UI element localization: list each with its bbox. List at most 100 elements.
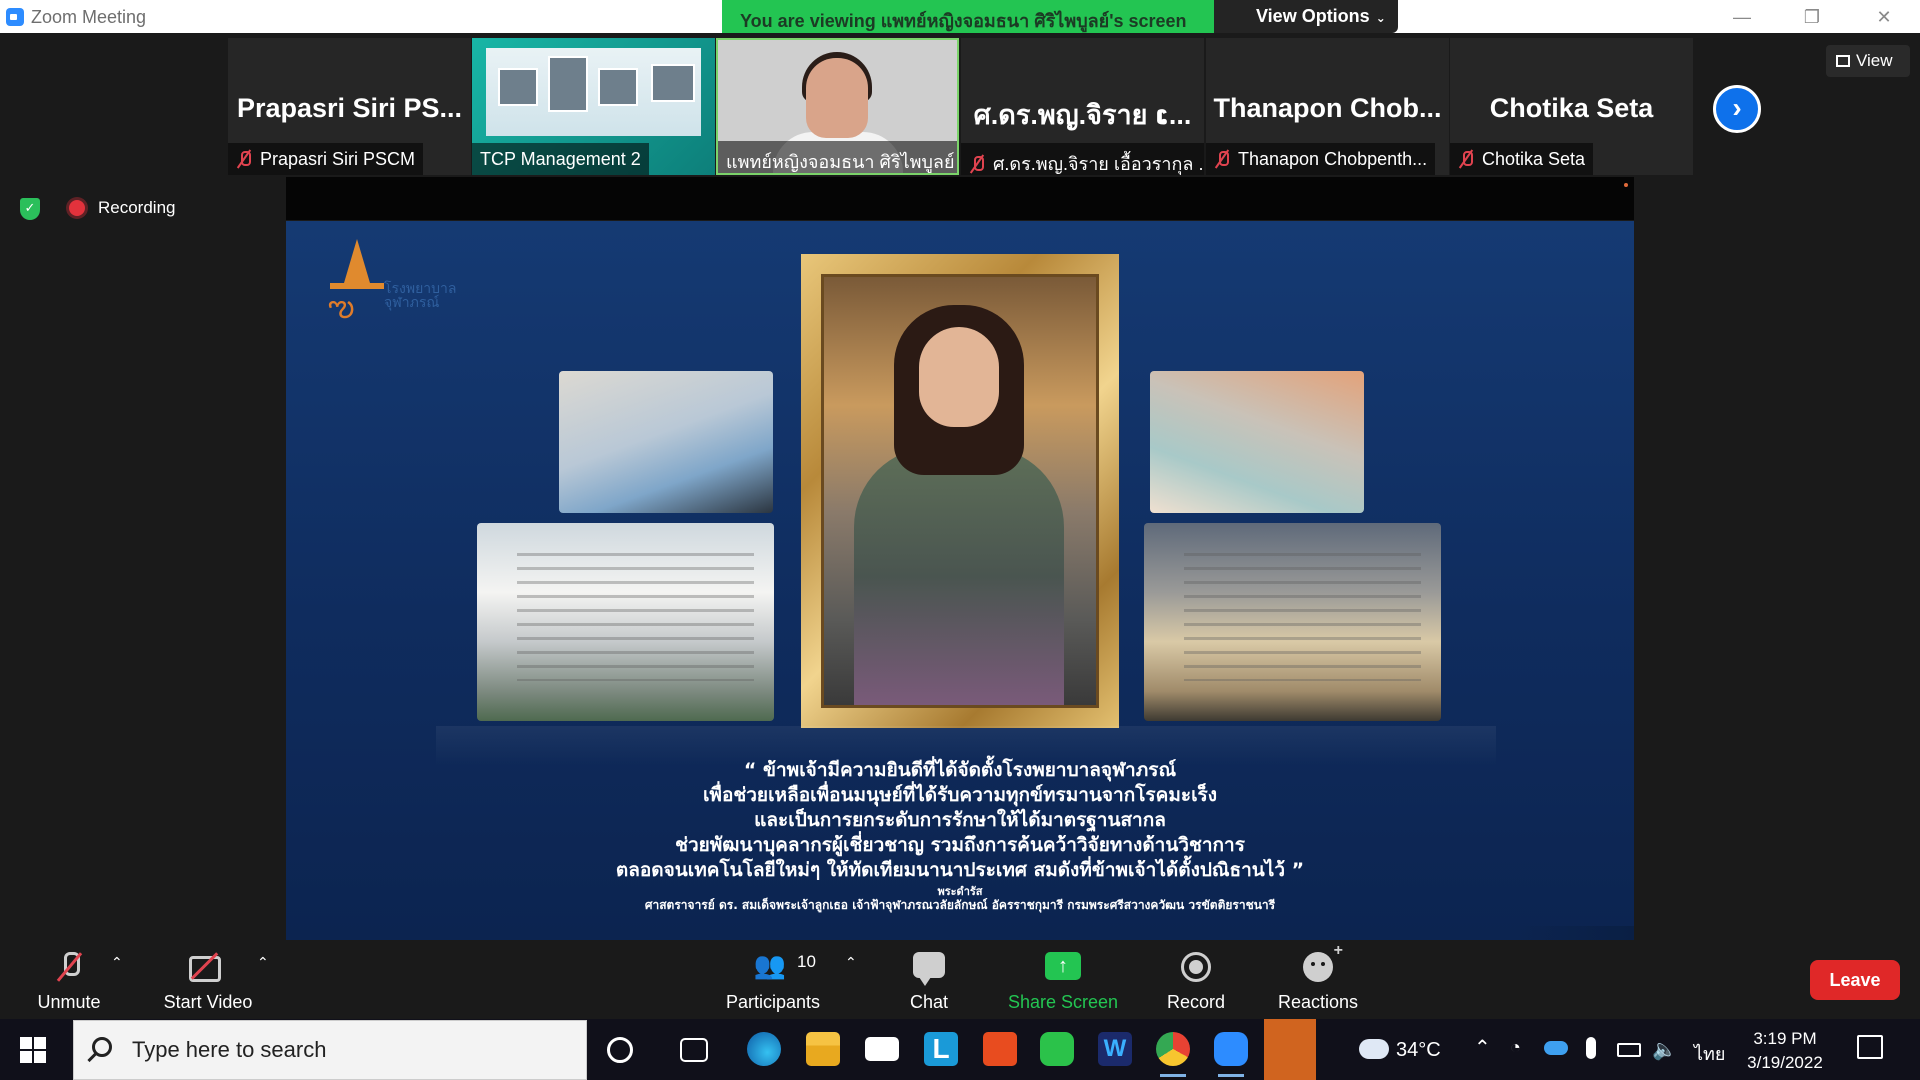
- viewing-screen-banner: You are viewing แพทย์หญิงจอมธนา ศิริไพบู…: [722, 0, 1214, 33]
- share-screen-button[interactable]: ↑ Share Screen: [1005, 940, 1121, 1019]
- participant-label-text: Prapasri Siri PSCM: [260, 149, 416, 169]
- shield-check-icon[interactable]: ✓: [20, 198, 40, 220]
- title-bar: Zoom Meeting You are viewing แพทย์หญิงจอ…: [0, 0, 1920, 33]
- language-indicator[interactable]: ไทย: [1694, 1039, 1725, 1068]
- active-speaker-tile[interactable]: แพทย์หญิงจอมธนา ศิริไพบูลย์: [716, 38, 959, 175]
- reactions-button[interactable]: Reactions: [1272, 940, 1364, 1019]
- participant-tile[interactable]: ศ.ดร.พญ.จิราย ເ... ศ.ดร.พญ.จิราย เอื้อวร…: [961, 38, 1204, 175]
- close-icon[interactable]: ✕: [1864, 3, 1904, 31]
- microphone-tray-icon[interactable]: [1586, 1037, 1596, 1059]
- tray-overflow-chevron-icon[interactable]: ⌃: [1474, 1035, 1491, 1060]
- windows-taskbar: L W 34°C ⌃ ◔ 🔈 ไทย 3:19 PM 3/19/2022: [0, 1019, 1920, 1080]
- file-explorer-icon[interactable]: [806, 1032, 840, 1066]
- portrait-frame: [801, 254, 1119, 728]
- leave-button[interactable]: Leave: [1810, 960, 1900, 1000]
- onedrive-icon[interactable]: [1544, 1041, 1568, 1055]
- participant-label: ศ.ดร.พญ.จิราย เอื้อวรากุล ...: [961, 143, 1204, 175]
- office-icon[interactable]: [983, 1032, 1017, 1066]
- pinned-app-icon[interactable]: [1264, 1019, 1316, 1080]
- taskbar-search-input[interactable]: [132, 1035, 562, 1065]
- video-gallery-strip: Prapasri Siri PS... Prapasri Siri PSCM T…: [0, 33, 1920, 177]
- zoom-app-icon: [6, 8, 24, 26]
- wifi-icon[interactable]: ◔: [1510, 1037, 1521, 1058]
- participant-tile[interactable]: Thanapon Chob... Thanapon Chobpenth...: [1206, 38, 1449, 175]
- shared-screen-top-bar: [286, 177, 1634, 220]
- participants-icon: 👥: [753, 950, 787, 980]
- thumbnail-photo: [498, 68, 538, 106]
- thumbnail-photo: [548, 56, 588, 112]
- participant-tile[interactable]: TCP Management 2: [472, 38, 715, 175]
- speaker-video: [806, 58, 868, 138]
- quote-line: “ ข้าพเจ้ามีความยินดีที่ได้จัดตั้งโรงพยา…: [743, 759, 1177, 781]
- building-windows: [1184, 553, 1421, 681]
- quote-line: ตลอดจนเทคโนโลยีใหม่ๆ ให้ทัดเทียมนานาประเ…: [615, 859, 1305, 881]
- slide-corner-decoration: [1514, 926, 1634, 940]
- battery-icon[interactable]: [1617, 1043, 1641, 1057]
- microphone-muted-icon: [58, 952, 80, 982]
- quote-block: “ ข้าพเจ้ามีความยินดีที่ได้จัดตั้งโรงพยา…: [286, 755, 1634, 912]
- start-video-button[interactable]: Start Video: [156, 940, 260, 1019]
- ward-photo: [559, 371, 773, 513]
- participants-count: 10: [797, 952, 816, 971]
- mic-muted-icon: [969, 155, 985, 173]
- chat-icon: [913, 952, 945, 986]
- zoom-meeting-window: Zoom Meeting You are viewing แพทย์หญิงจอ…: [0, 0, 1920, 1080]
- webex-icon[interactable]: W: [1098, 1032, 1132, 1066]
- share-screen-arrow-icon: ↑: [1045, 952, 1081, 980]
- participant-tile[interactable]: Chotika Seta Chotika Seta: [1450, 38, 1693, 175]
- participant-label-text: TCP Management 2: [480, 149, 641, 169]
- search-icon: [92, 1037, 112, 1057]
- windows-start-icon[interactable]: [20, 1037, 46, 1063]
- participants-options-caret-icon[interactable]: ⌃: [845, 954, 857, 971]
- chrome-icon[interactable]: [1156, 1032, 1190, 1077]
- taskbar-clock[interactable]: 3:19 PM 3/19/2022: [1725, 1027, 1845, 1075]
- chat-label: Chat: [909, 992, 949, 1012]
- next-page-arrow-icon[interactable]: ›: [1713, 85, 1761, 133]
- recording-dot-icon: [69, 200, 85, 216]
- hospital-logo: ఌ: [322, 239, 392, 329]
- recording-label: Recording: [98, 198, 176, 217]
- view-label: View: [1856, 51, 1893, 70]
- audio-options-caret-icon[interactable]: ⌃: [111, 954, 123, 971]
- participant-tile[interactable]: Prapasri Siri PS... Prapasri Siri PSCM: [228, 38, 471, 175]
- quote-author: ศาสตราจารย์ ดร. สมเด็จพระเจ้าลูกเธอ เจ้า…: [644, 898, 1276, 912]
- cortana-icon[interactable]: [607, 1037, 633, 1063]
- task-view-icon[interactable]: [680, 1038, 708, 1062]
- participant-name: ศ.ดร.พญ.จิราย ເ...: [973, 100, 1192, 130]
- building-windows: [517, 553, 754, 681]
- record-label: Record: [1166, 992, 1226, 1012]
- weather-cloud-icon[interactable]: [1359, 1039, 1389, 1059]
- record-icon: [1181, 952, 1211, 982]
- portrait-figure: [854, 447, 1064, 705]
- clock-date: 3/19/2022: [1747, 1053, 1823, 1072]
- minimize-icon[interactable]: —: [1722, 3, 1762, 31]
- participant-label: แพทย์หญิงจอมธนา ศิริไพบูลย์: [718, 141, 957, 173]
- view-options-button[interactable]: View Options ⌄: [1214, 0, 1398, 33]
- weather-temperature[interactable]: 34°C: [1396, 1039, 1441, 1062]
- shared-screen-slide: ఌ โรงพยาบาล จุฬาภรณ์ “ ข้าพเจ้ามีความยิน…: [286, 221, 1634, 940]
- portrait-photo: [821, 274, 1099, 708]
- taskbar-search-box[interactable]: [73, 1020, 587, 1080]
- clock-time: 3:19 PM: [1753, 1029, 1817, 1048]
- shared-screen-indicator: [1624, 183, 1628, 187]
- restore-icon[interactable]: ❐: [1792, 3, 1832, 31]
- record-button[interactable]: Record: [1161, 940, 1231, 1019]
- notification-center-icon[interactable]: [1857, 1035, 1883, 1059]
- zoom-taskbar-icon[interactable]: [1214, 1032, 1248, 1077]
- view-button[interactable]: View: [1826, 45, 1910, 77]
- view-options-label: View Options: [1256, 6, 1370, 26]
- ward-photo: [1150, 371, 1364, 513]
- chat-button[interactable]: Chat: [899, 940, 959, 1019]
- volume-icon[interactable]: 🔈: [1652, 1037, 1677, 1062]
- unmute-button[interactable]: Unmute: [24, 940, 114, 1019]
- app-l-icon[interactable]: L: [924, 1032, 958, 1066]
- video-options-caret-icon[interactable]: ⌃: [257, 954, 269, 971]
- hospital-building-photo: [477, 523, 774, 721]
- quote-line: และเป็นการยกระดับการรักษาให้ได้มาตรฐานสา…: [754, 809, 1166, 831]
- participant-label-text: Thanapon Chobpenth...: [1238, 149, 1428, 169]
- edge-browser-icon[interactable]: [747, 1032, 781, 1066]
- line-app-icon[interactable]: [1040, 1032, 1074, 1066]
- mail-icon[interactable]: [865, 1037, 899, 1061]
- participant-name: Chotika Seta: [1489, 93, 1654, 123]
- portrait-figure: [919, 327, 999, 427]
